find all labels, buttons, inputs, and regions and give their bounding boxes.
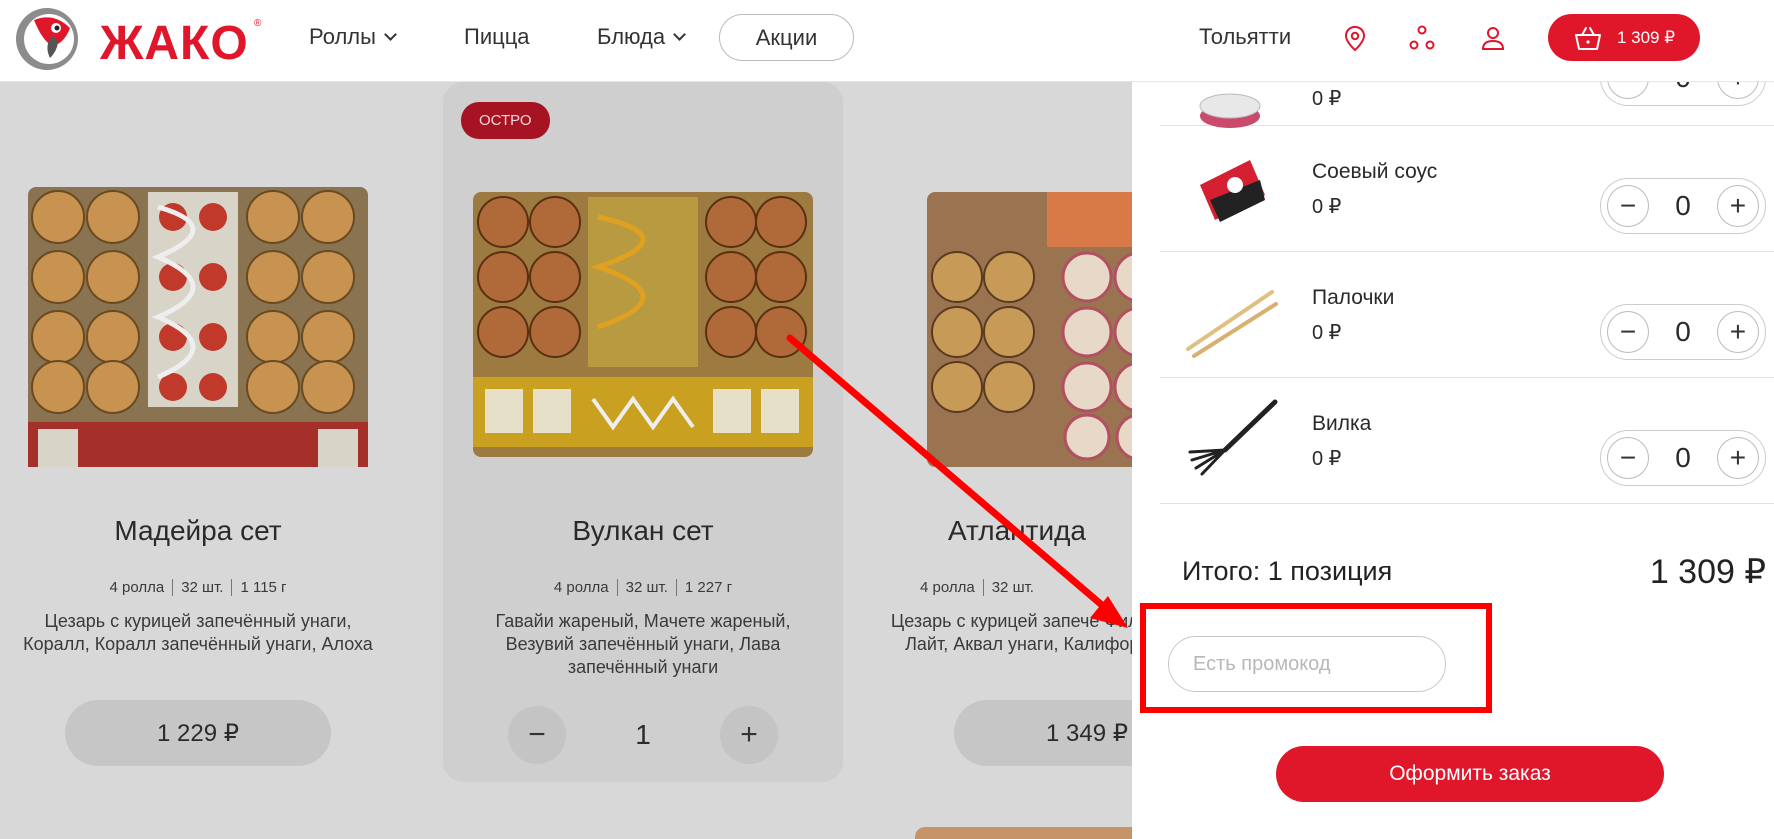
cart-item-name: Соевый соус — [1312, 160, 1438, 183]
user-icon[interactable] — [1479, 24, 1507, 52]
logo-registered-mark: ® — [254, 18, 262, 29]
nav-rolls-label: Роллы — [309, 24, 376, 49]
nav-pizza[interactable]: Пицца — [464, 24, 530, 50]
checkout-button[interactable]: Оформить заказ — [1276, 746, 1664, 802]
product-card[interactable]: ОСТРО Вулкан сет 4 ролла 32 шт. 1 227 г Га… — [443, 82, 843, 782]
product-pieces: 32 шт. — [616, 579, 668, 596]
cart-item-qty: 0 — [1675, 190, 1691, 221]
soy-sauce-icon — [1200, 160, 1265, 222]
cart-item-qty: 0 — [1675, 316, 1691, 347]
basket-icon — [1574, 26, 1601, 50]
logo[interactable]: ЖАКО ® — [14, 6, 264, 72]
plus-button[interactable]: + — [1716, 185, 1759, 227]
chevron-down-icon — [384, 27, 397, 41]
cart-item-name: Палочки — [1312, 286, 1395, 309]
product-quantity-stepper: − 1 + — [508, 702, 778, 768]
nav-dishes-label: Блюда — [597, 24, 666, 49]
product-description: Гавайи жареный, Мачете жареный, Везувий … — [495, 611, 791, 677]
product-rolls-count: 4 ролла — [553, 579, 609, 596]
product-title: Вулкан сет — [572, 515, 714, 546]
plus-button[interactable]: + — [1716, 311, 1759, 353]
chopsticks-icon — [1186, 290, 1278, 358]
next-product-image — [915, 827, 1132, 839]
site-header: ЖАКО ® Роллы Пицца Блюда Акции Тольятти … — [0, 0, 1774, 82]
catalog-grid: Мадейра сет 4 ролла 32 шт. 1 115 г Цезарь … — [0, 82, 1132, 839]
product-pieces: 32 шт. — [172, 579, 224, 596]
cart-item-stepper: − 0 + — [1600, 430, 1766, 486]
cart-button[interactable]: 1 309 ₽ — [1548, 14, 1700, 61]
product-description: Цезарь с курицей запече Филадельфия Лайт… — [890, 611, 1132, 654]
promotions-button[interactable]: Акции — [719, 14, 854, 61]
product-card[interactable]: Атлантида 4 ролла 32 шт. Цезарь с курицей… — [887, 82, 1132, 782]
atlantida-set-image — [927, 192, 1132, 467]
product-description: Цезарь с курицей запечённый унаги, Корал… — [23, 611, 373, 654]
product-weight: 1 115 г — [231, 579, 287, 596]
product-pieces: 32 шт. — [982, 579, 1034, 596]
add-to-cart-button[interactable]: 1 229 ₽ — [65, 700, 331, 766]
product-weight: 1 227 г — [675, 579, 733, 596]
product-title: Атлантида — [947, 515, 1087, 546]
cart-item-name: Вилка — [1312, 412, 1372, 435]
fork-icon — [1188, 399, 1278, 476]
product-rolls-count: 4 ролла — [920, 579, 975, 596]
vulkan-set-image — [473, 192, 813, 457]
nav-rolls[interactable]: Роллы — [309, 24, 397, 50]
product-card[interactable]: Мадейра сет 4 ролла 32 шт. 1 115 г Цезарь … — [0, 82, 398, 782]
cart-total-label: Итого: 1 позиция — [1182, 556, 1393, 586]
spicy-badge: ОСТРО — [461, 102, 550, 139]
product-quantity: 1 — [635, 719, 651, 750]
minus-button[interactable]: − — [508, 706, 566, 764]
add-to-cart-button[interactable]: 1 349 ₽ — [954, 700, 1132, 766]
minus-button[interactable]: − — [1607, 437, 1649, 479]
cart-item-stepper: − 0 + — [1600, 178, 1766, 234]
cart-item-stepper: − 0 + — [1600, 304, 1766, 360]
cart-item-price: 0 ₽ — [1312, 88, 1342, 110]
minus-button[interactable]: − — [1607, 311, 1649, 353]
plus-button[interactable]: + — [719, 706, 778, 764]
product-title: Мадейра сет — [114, 515, 282, 546]
cart-item-qty: 0 — [1675, 442, 1691, 473]
product-meta: 4 ролла 32 шт. — [777, 579, 1132, 596]
annotation-highlight-box — [1140, 603, 1492, 713]
logo-text: ЖАКО — [100, 17, 249, 70]
city-selector[interactable]: Тольятти — [1199, 24, 1291, 50]
cart-item-price: 0 ₽ — [1312, 196, 1342, 218]
minus-button[interactable]: − — [1607, 185, 1649, 227]
product-meta: 4 ролла 32 шт. 1 115 г — [0, 579, 398, 596]
parrot-logo-icon — [16, 8, 78, 70]
cart-item-price: 0 ₽ — [1312, 322, 1342, 344]
network-icon[interactable] — [1408, 24, 1436, 52]
madeira-set-image — [28, 187, 368, 467]
nav-dishes[interactable]: Блюда — [597, 24, 686, 50]
cart-item-price: 0 ₽ — [1312, 448, 1342, 470]
cart-panel: 0 ₽ − 0 + Соевый соус 0 ₽ − 0 + Палочки … — [1132, 50, 1774, 839]
cart-total: 1 309 ₽ — [1616, 27, 1676, 47]
location-pin-icon[interactable] — [1341, 24, 1369, 52]
chevron-down-icon — [673, 27, 686, 41]
product-rolls-count: 4 ролла — [109, 579, 165, 596]
plus-button[interactable]: + — [1716, 437, 1759, 479]
nav-pizza-label: Пицца — [464, 24, 530, 49]
cart-total-price: 1 309 ₽ — [1649, 553, 1766, 591]
